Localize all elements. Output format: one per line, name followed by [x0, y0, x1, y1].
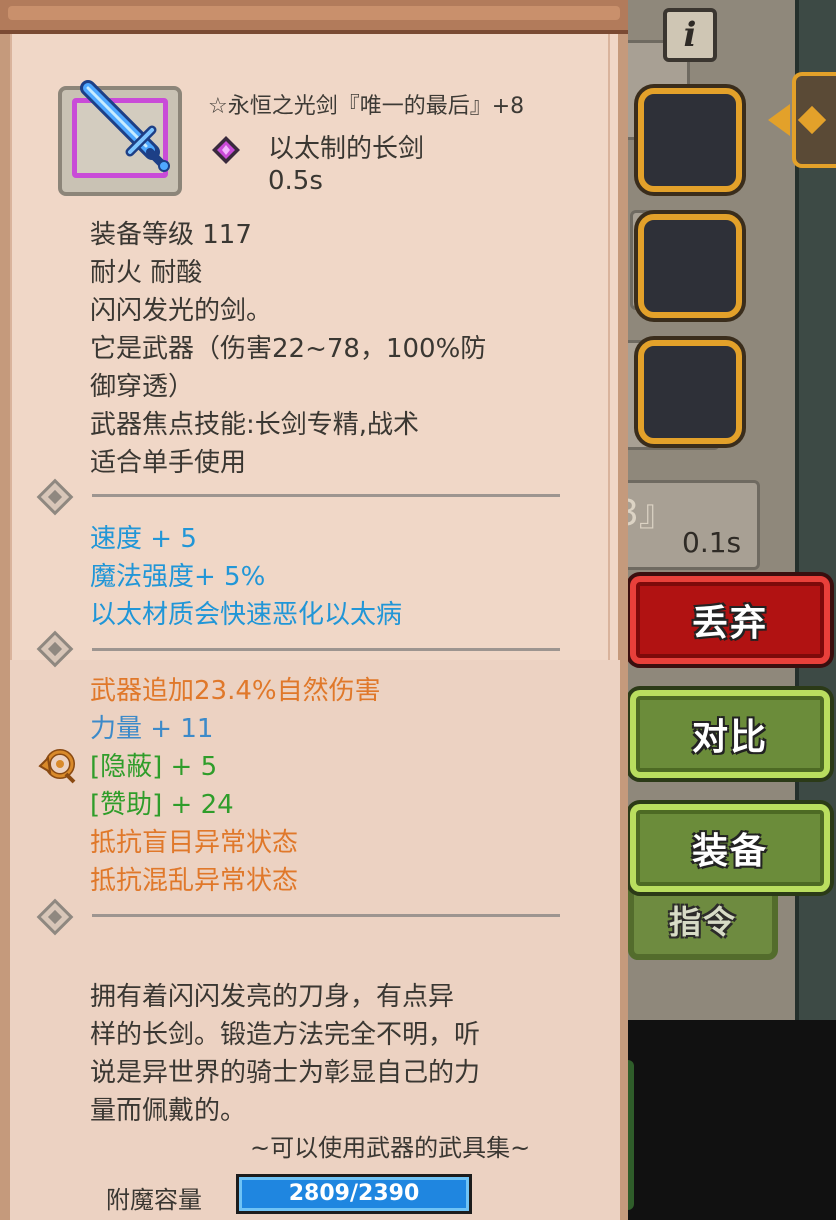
purple-gem-icon — [212, 136, 240, 164]
panel-header-bar — [0, 0, 628, 34]
info-icon: i — [683, 15, 697, 55]
description-line-4: 量而佩戴的。 — [90, 1096, 247, 1126]
capacity-value: 2809/2390 — [288, 1181, 420, 1206]
blue-sword-icon — [80, 80, 170, 172]
resistances: 耐火 耐酸 — [90, 258, 203, 288]
command-button[interactable]: 指令 — [628, 880, 778, 960]
enchant-strength: 力量 + 11 — [90, 714, 214, 744]
item-attack-speed: 0.5s — [268, 166, 323, 196]
description-line-1: 拥有着闪闪发亮的刀身，有点异 — [90, 982, 455, 1012]
item-detail-panel: ☆永恒之光剑『唯一的最后』+8 以太制的长剑 0.5s 装备等级 117 耐火 … — [0, 0, 628, 1220]
enchant-stealth: [隐蔽] + 5 — [90, 752, 218, 782]
equip-button[interactable]: 装备 — [630, 804, 830, 892]
side-tab[interactable] — [792, 72, 836, 168]
equip-level: 装备等级 117 — [90, 220, 252, 250]
enchant-support: [赞助] + 24 — [90, 790, 234, 820]
enchant-nature-damage: 武器追加23.4%自然伤害 — [90, 676, 381, 706]
amulet-icon — [38, 749, 76, 784]
side-arrow-icon — [768, 104, 790, 136]
background-speed-text: 0.1s — [682, 526, 742, 559]
weapon-skill: 武器焦点技能:长剑专精,战术 — [90, 410, 420, 440]
enchant-resist-blind: 抵抗盲目异常状态 — [90, 828, 299, 858]
discard-button[interactable]: 丢弃 — [630, 576, 830, 664]
description-line-2: 样的长剑。锻造方法完全不明，听 — [90, 1020, 481, 1050]
panel-edge — [0, 34, 10, 1220]
enchant-resist-confuse: 抵抗混乱异常状态 — [90, 866, 299, 896]
accessory-slot-3[interactable] — [638, 340, 742, 444]
section-diamond-icon — [36, 478, 74, 516]
flavor-short: 闪闪发光的剑。 — [90, 296, 273, 326]
weapon-damage-line-2: 御穿透） — [90, 372, 195, 402]
accessory-slot-2[interactable] — [638, 214, 742, 318]
accessory-slot-1[interactable] — [638, 88, 742, 192]
hand-usage: 适合单手使用 — [90, 448, 247, 478]
section-divider — [92, 648, 560, 651]
item-subtype: 以太制的长剑 — [268, 134, 425, 164]
description-line-3: 说是异世界的骑士为彰显自己的力 — [90, 1058, 481, 1088]
diamond-icon — [797, 105, 827, 135]
enchant-ether-note: 以太材质会快速恶化以太病 — [90, 600, 403, 630]
dark-ground — [600, 1020, 836, 1220]
compare-button[interactable]: 对比 — [630, 690, 830, 778]
section-divider — [92, 914, 560, 917]
enchant-speed: 速度 + 5 — [90, 524, 197, 554]
item-source: ~可以使用武器的武具集~ — [250, 1134, 531, 1162]
enchant-capacity-bar: 2809/2390 — [236, 1174, 472, 1214]
section-divider — [92, 494, 560, 497]
info-button[interactable]: i — [663, 8, 717, 62]
enchant-magic-power: 魔法强度+ 5% — [90, 562, 266, 592]
enchant-capacity-label: 附魔容量 — [106, 1186, 202, 1214]
item-name: ☆永恒之光剑『唯一的最后』+8 — [208, 94, 525, 119]
weapon-damage-line-1: 它是武器（伤害22~78，100%防 — [90, 334, 487, 364]
